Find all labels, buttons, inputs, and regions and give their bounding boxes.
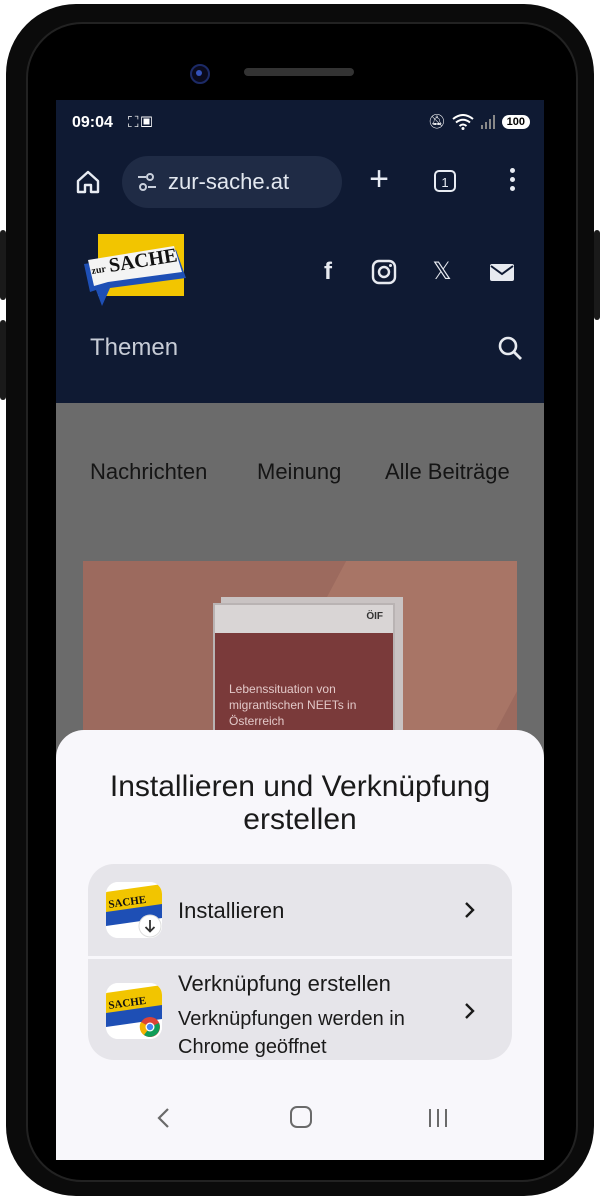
system-nav-bar: [56, 1090, 544, 1160]
volume-button: [0, 320, 6, 400]
install-label: Installieren: [178, 898, 285, 923]
power-button: [594, 230, 600, 320]
chevron-right-icon: [465, 902, 475, 918]
home-button-icon[interactable]: [290, 1106, 312, 1128]
back-icon[interactable]: [152, 1106, 176, 1130]
shortcut-chrome-icon: SACHE: [106, 983, 162, 1039]
install-options-list: SACHE Installieren SACHE Verknüpfung ers…: [88, 864, 512, 1060]
recent-apps-icon[interactable]: [426, 1106, 450, 1130]
create-shortcut-sublabel: Verknüpfungen werden in Chrome geöffnet: [178, 1008, 405, 1058]
app-install-icon: SACHE: [106, 882, 162, 938]
create-shortcut-label: Verknüpfung erstellen: [178, 971, 391, 996]
chevron-right-icon: [465, 1003, 475, 1019]
sheet-title: Installieren und Verknüpfung erstellen: [109, 770, 491, 836]
earpiece-speaker: [244, 68, 354, 76]
create-shortcut-option[interactable]: SACHE Verknüpfung erstellen Verknüpfunge…: [88, 959, 512, 1060]
install-option[interactable]: SACHE Installieren: [88, 864, 512, 956]
front-camera: [190, 64, 210, 84]
phone-screen: 09:04 ⛶▣ 🔕︎ 100 zur-sache.at + 1 zur SAC…: [56, 100, 544, 1160]
volume-button: [0, 230, 6, 300]
